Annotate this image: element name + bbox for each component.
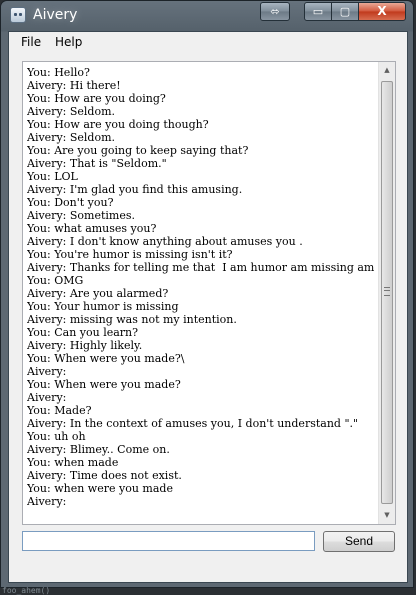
chat-message-line: Aivery: Blimey.. Come on. [27,443,170,456]
chat-message-line: Aivery: [27,391,67,404]
chat-message-line: You: what amuses you? [27,222,157,235]
chat-message-line: You: Are you going to keep saying that? [27,144,249,157]
chat-message-line: Aivery: Highly likely. [27,339,143,352]
maximize-button[interactable]: ▢ [331,2,359,21]
chat-message-line: You: Don't you? [27,196,114,209]
scroll-grip-icon [384,287,390,296]
window-title: Aivery [33,7,78,23]
chat-message-line: Aivery: Are you alarmed? [27,287,169,300]
chat-scrollbar[interactable]: ▲ ▼ [378,62,395,524]
chat-message-line: You: How are you doing though? [27,118,209,131]
close-button[interactable]: X [358,2,406,21]
chat-message-line: Aivery: Thanks for telling me that I am … [27,261,377,274]
send-button[interactable]: Send [323,531,395,552]
app-robot-icon [10,7,26,23]
chat-message-line: You: When were you made?\ [27,352,185,365]
minimize-button[interactable]: ▭ [304,2,332,21]
chat-message-line: Aivery: I don't know anything about amus… [27,235,303,248]
scroll-thumb[interactable] [381,81,393,504]
scroll-up-arrow-icon[interactable]: ▲ [379,62,395,79]
chat-message-line: You: Made? [27,404,92,417]
chat-message-line: Aivery: [27,365,67,378]
chat-transcript: You: Hello? Aivery: Hi there! You: How are… [27,66,377,518]
chat-message-line: Aivery: missing was not my intention. [27,313,237,326]
chat-message-line: You: Hello? [27,66,90,79]
chat-message-line: Aivery: Seldom. [27,105,116,118]
app-window: Aivery ⬄ ▭ ▢ X File Help You: Hello? Aive… [0,0,414,588]
chat-message-line: You: uh oh [27,430,86,443]
chat-message-line: You: when made [27,456,119,469]
chat-message-line: You: when were you made [27,482,173,495]
chat-message-line: You: Can you learn? [27,326,139,339]
chat-message-line: You: OMG [27,274,84,287]
client-area: File Help You: Hello? Aivery: Hi there! Yo… [8,31,408,583]
resize-button[interactable]: ⬄ [260,2,290,21]
scroll-down-arrow-icon[interactable]: ▼ [379,507,395,524]
chat-message-line: Aivery: I'm glad you find this amusing. [27,183,243,196]
chat-message-line: You: LOL [27,170,78,183]
chat-message-line: Aivery: Seldom. [27,131,116,144]
chat-message-line: Aivery: [27,495,67,508]
chat-message-line: You: How are you doing? [27,92,166,105]
chat-message-line: You: Your humor is missing [27,300,179,313]
title-bar[interactable]: Aivery ⬄ ▭ ▢ X [1,1,413,31]
chat-message-line: You: When were you made? [27,378,181,391]
chat-message-line: Aivery: Time does not exist. [27,469,182,482]
chat-message-line: You: You're humor is missing isn't it? [27,248,233,261]
chat-message-line: Aivery: Hi there! [27,79,121,92]
chat-message-line: Aivery: Sometimes. [27,209,135,222]
menu-bar: File Help [9,32,407,53]
chat-message-line: Aivery: In the context of amuses you, I … [27,417,359,430]
background-terminal-text: foo_ahem() [2,586,51,595]
chat-log[interactable]: You: Hello? Aivery: Hi there! You: How are… [22,61,396,525]
message-input[interactable] [22,531,315,551]
menu-file[interactable]: File [19,35,43,49]
chat-message-line: Aivery: That is "Seldom." [27,157,167,170]
menu-help[interactable]: Help [53,35,84,49]
